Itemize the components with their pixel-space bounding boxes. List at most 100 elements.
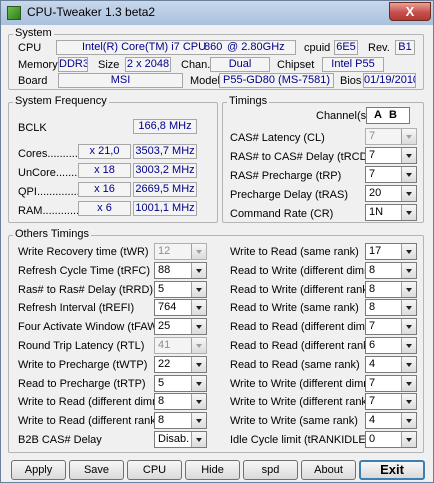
other-timing-select[interactable]: 17 <box>365 243 417 260</box>
other-timing-select[interactable]: 22 <box>154 356 207 373</box>
other-timing-select[interactable]: 7 <box>365 393 417 410</box>
other-timing-label: Write to Write (different dimms) <box>230 378 382 390</box>
other-timing-value: 22 <box>158 358 171 370</box>
chevron-down-icon[interactable] <box>191 263 206 278</box>
chevron-down-icon[interactable] <box>401 263 416 278</box>
chevron-down-icon[interactable] <box>401 244 416 259</box>
other-timing-select[interactable]: 41 <box>154 337 207 354</box>
other-timing-select[interactable]: 5 <box>154 375 207 392</box>
chevron-down-icon[interactable] <box>191 282 206 297</box>
chevron-down-icon[interactable] <box>191 338 206 353</box>
hide-button[interactable]: Hide <box>185 460 240 480</box>
save-button[interactable]: Save <box>69 460 124 480</box>
chevron-down-icon[interactable] <box>191 432 206 447</box>
other-timing-label: Write to Write (different ranks) <box>230 396 377 408</box>
other-timing-select[interactable]: 8 <box>365 262 417 279</box>
chevron-down-icon[interactable] <box>401 129 416 144</box>
other-timing-value: 6 <box>369 339 376 351</box>
other-timing-value: 7 <box>369 320 376 332</box>
spd-button[interactable]: spd <box>243 460 298 480</box>
frequency-value: 3003,2 MHz <box>133 163 197 178</box>
cpu-button[interactable]: CPU <box>127 460 182 480</box>
chipset-label: Chipset <box>277 59 315 71</box>
chevron-down-icon[interactable] <box>191 413 206 428</box>
cpu-label: CPU <box>18 42 42 54</box>
other-timing-select[interactable]: 5 <box>154 281 207 298</box>
timing-value: 7 <box>369 130 376 142</box>
chevron-down-icon[interactable] <box>401 167 416 182</box>
cas-latency-select[interactable]: 7 <box>365 128 417 145</box>
chevron-down-icon[interactable] <box>191 357 206 372</box>
timing-label: Command Rate (CR) <box>230 208 334 220</box>
other-timing-select[interactable]: Disab. <box>154 431 207 448</box>
other-timing-value: 8 <box>369 301 376 313</box>
channel-b[interactable]: B <box>389 108 397 123</box>
other-timing-select[interactable]: 764 <box>154 299 207 316</box>
about-button[interactable]: About <box>301 460 356 480</box>
board-label: Board <box>18 75 48 87</box>
chevron-down-icon[interactable] <box>401 148 416 163</box>
other-timing-select[interactable]: 7 <box>365 318 417 335</box>
chevron-down-icon[interactable] <box>401 357 416 372</box>
other-timing-select[interactable]: 4 <box>365 356 417 373</box>
chevron-down-icon[interactable] <box>401 394 416 409</box>
cpu-freq: @ 2.80GHz <box>227 41 285 53</box>
other-timing-label: Refresh Cycle Time (tRFC) <box>18 265 151 277</box>
other-timing-select[interactable]: 0 <box>365 431 417 448</box>
chevron-down-icon[interactable] <box>401 338 416 353</box>
close-button[interactable]: X <box>389 2 431 21</box>
other-timing-select[interactable]: 12 <box>154 243 207 260</box>
other-timing-select[interactable]: 8 <box>154 393 207 410</box>
chevron-down-icon[interactable] <box>401 413 416 428</box>
exit-button[interactable]: Exit <box>359 460 425 480</box>
other-timing-select[interactable]: 6 <box>365 337 417 354</box>
chevron-down-icon[interactable] <box>401 376 416 391</box>
other-timing-select[interactable]: 25 <box>154 318 207 335</box>
other-timing-value: 12 <box>158 245 171 257</box>
other-timing-label: Round Trip Latency (RTL) <box>18 340 145 352</box>
other-timing-value: 8 <box>369 283 376 295</box>
chevron-down-icon[interactable] <box>401 186 416 201</box>
channel-a[interactable]: A <box>374 108 382 123</box>
frequency-value: 3503,7 MHz <box>133 144 197 159</box>
command-rate-select[interactable]: 1N <box>365 204 417 221</box>
memory-channels: Dual <box>210 57 270 72</box>
apply-button[interactable]: Apply <box>11 460 66 480</box>
other-timing-select[interactable]: 8 <box>365 299 417 316</box>
trp-select[interactable]: 7 <box>365 166 417 183</box>
timing-label: CAS# Latency (CL) <box>230 132 325 144</box>
chipset-value: Intel P55 <box>322 57 384 72</box>
other-timing-select[interactable]: 4 <box>365 412 417 429</box>
system-legend: System <box>13 27 54 39</box>
frequency-multiplier: x 18 <box>78 163 131 178</box>
chevron-down-icon[interactable] <box>191 394 206 409</box>
frequency-legend: System Frequency <box>13 95 109 107</box>
chevron-down-icon[interactable] <box>191 300 206 315</box>
chevron-down-icon[interactable] <box>401 300 416 315</box>
other-timing-label: Write to Precharge (tWTP) <box>18 359 148 371</box>
chevron-down-icon[interactable] <box>401 319 416 334</box>
other-timing-select[interactable]: 8 <box>365 281 417 298</box>
chevron-down-icon[interactable] <box>191 319 206 334</box>
timings-legend: Timings <box>227 95 270 107</box>
title-bar[interactable]: CPU-Tweaker 1.3 beta2 X <box>1 1 433 25</box>
chevron-down-icon[interactable] <box>401 432 416 447</box>
other-timing-select[interactable]: 8 <box>154 412 207 429</box>
other-timing-label: Read to Precharge (tRTP) <box>18 378 146 390</box>
tras-select[interactable]: 20 <box>365 185 417 202</box>
trcd-select[interactable]: 7 <box>365 147 417 164</box>
chevron-down-icon[interactable] <box>191 376 206 391</box>
other-timing-label: Ras# to Ras# Delay (tRRD) <box>18 284 154 296</box>
other-timing-select[interactable]: 88 <box>154 262 207 279</box>
other-timing-label: Read to Write (same rank) <box>230 302 359 314</box>
chevron-down-icon[interactable] <box>401 282 416 297</box>
other-timing-select[interactable]: 7 <box>365 375 417 392</box>
other-timing-value: 764 <box>158 301 177 313</box>
chevron-down-icon[interactable] <box>401 205 416 220</box>
bios-label: Bios <box>340 75 362 87</box>
chevron-down-icon[interactable] <box>191 244 206 259</box>
channel-selector[interactable]: A B <box>366 107 410 124</box>
other-timing-value: Disab. <box>158 433 190 445</box>
frequency-multiplier: x 21,0 <box>78 144 131 159</box>
other-timing-label: Read to Write (different ranks) <box>230 284 377 296</box>
